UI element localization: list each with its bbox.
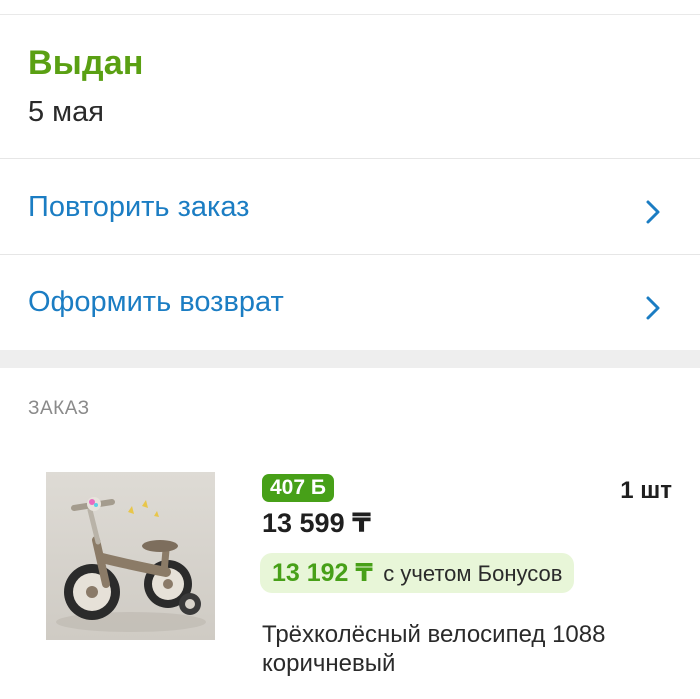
return-order-label: Оформить возврат	[28, 286, 284, 318]
bonus-price-text: с учетом Бонусов	[383, 561, 563, 586]
product-image[interactable]	[46, 472, 215, 640]
repeat-order-label: Повторить заказ	[28, 191, 250, 223]
chevron-right-icon	[646, 200, 660, 224]
balance-bike-product-photo	[46, 472, 215, 640]
item-quantity: 1 шт	[620, 477, 672, 504]
status-date: 5 мая	[28, 96, 104, 128]
bonus-price-pill: 13 192 ₸ с учетом Бонусов	[260, 553, 575, 593]
repeat-order-button[interactable]: Повторить заказ	[0, 159, 700, 254]
section-separator	[0, 350, 700, 368]
product-name[interactable]: Трёхколёсный велосипед 1088 коричневый	[262, 620, 662, 678]
return-order-button[interactable]: Оформить возврат	[0, 255, 700, 350]
status-title: Выдан	[28, 44, 144, 82]
order-section-label: ЗАКАЗ	[28, 398, 90, 419]
top-divider	[0, 14, 700, 15]
chevron-right-icon	[646, 296, 660, 320]
bonus-price-value: 13 192 ₸	[272, 559, 373, 587]
bonus-points-badge: 407 Б	[262, 474, 334, 502]
item-price: 13 599 ₸	[262, 508, 371, 538]
